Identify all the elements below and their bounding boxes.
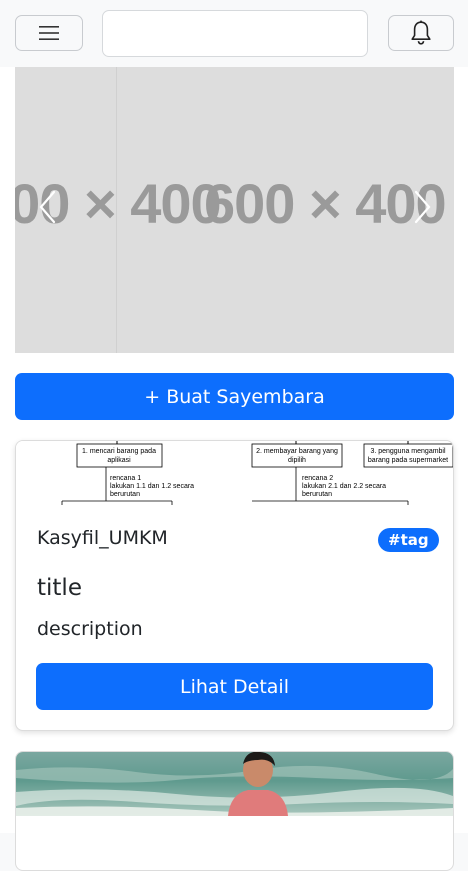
diagram-box-2: 2. membayar barang yang <box>256 448 338 455</box>
diagram-box-3: 3. pengguna mengambil <box>370 448 446 455</box>
contest-card: 1. mencari barang pada aplikasi 2. memba… <box>15 440 454 731</box>
diagram-box-1: 1. mencari barang pada <box>82 448 156 455</box>
image-carousel[interactable]: 600 × 400 600 × 400 <box>15 67 454 353</box>
create-contest-button[interactable]: + Buat Sayembara <box>15 373 454 420</box>
notification-button[interactable] <box>388 15 454 51</box>
bell-icon <box>411 20 431 45</box>
diagram-box-2b: dipilih <box>288 457 306 464</box>
diagram-box-3b: barang pada supermarket <box>368 457 448 464</box>
carousel-prev-button[interactable] <box>33 185 63 229</box>
contest-card-2 <box>15 751 454 871</box>
chevron-left-icon <box>39 190 56 224</box>
carousel-next-button[interactable] <box>407 185 437 229</box>
chevron-right-icon <box>414 190 431 224</box>
diagram-note-4: lakukan 2.1 dan 2.2 secara <box>302 483 386 490</box>
diagram-note-3: rencana 2 <box>302 475 333 482</box>
diagram-box-1b: aplikasi <box>107 457 131 464</box>
card-title: title <box>37 575 82 601</box>
tag-badge[interactable]: #tag <box>378 528 439 552</box>
menu-toggle-button[interactable] <box>15 15 83 51</box>
main-content: 600 × 400 600 × 400 + Buat Sayembara <box>0 67 468 871</box>
slide-divider <box>116 67 117 353</box>
diagram-note-4b: berurutan <box>302 491 332 498</box>
diagram-note-2b: berurutan <box>110 491 140 498</box>
card-description: description <box>37 618 143 640</box>
hamburger-menu-icon <box>39 26 59 40</box>
top-navbar <box>0 0 468 67</box>
diagram-note-1: rencana 1 <box>110 475 141 482</box>
card-image-photo <box>16 752 453 816</box>
search-input[interactable] <box>102 10 368 57</box>
card-image-diagram: 1. mencari barang pada aplikasi 2. memba… <box>16 441 453 505</box>
card-author: Kasyfil_UMKM <box>37 527 168 549</box>
view-detail-button[interactable]: Lihat Detail <box>36 663 433 710</box>
diagram-note-2: lakukan 1.1 dan 1.2 secara <box>110 483 194 490</box>
